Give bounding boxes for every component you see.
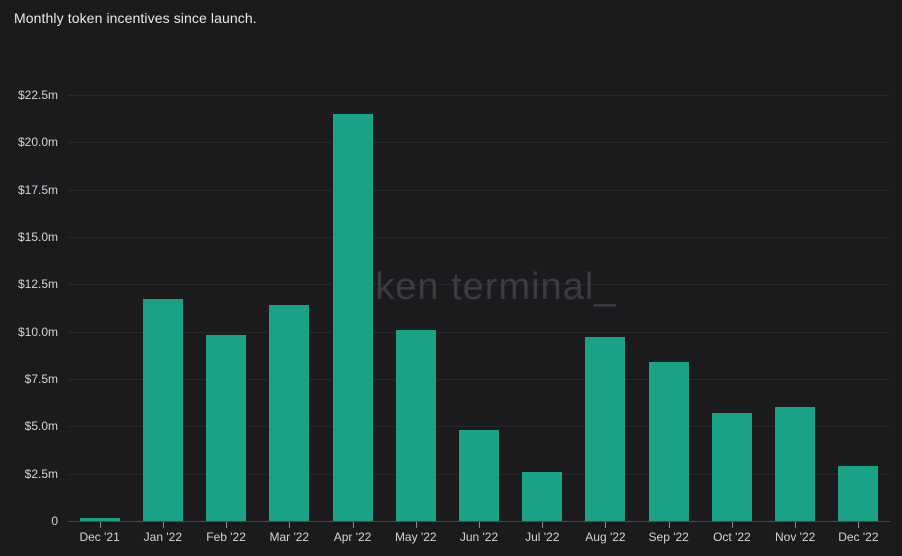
x-axis-tick bbox=[416, 522, 417, 528]
x-axis-tick-label: May '22 bbox=[384, 530, 448, 544]
x-axis-tick-label: Dec '22 bbox=[826, 530, 890, 544]
bar-dec22[interactable] bbox=[838, 466, 878, 521]
x-axis-tick bbox=[542, 522, 543, 528]
gridline bbox=[68, 142, 890, 143]
bar-jul22[interactable] bbox=[522, 472, 562, 521]
chart-canvas: Monthly token incentives since launch. t… bbox=[0, 0, 902, 556]
bar-apr22[interactable] bbox=[333, 114, 373, 521]
x-axis-tick bbox=[858, 522, 859, 528]
y-axis-tick-label: $5.0m bbox=[0, 419, 58, 433]
x-axis-tick bbox=[479, 522, 480, 528]
bar-jan22[interactable] bbox=[143, 299, 183, 521]
x-axis-tick-label: Feb '22 bbox=[194, 530, 258, 544]
y-axis-tick-label: $10.0m bbox=[0, 325, 58, 339]
x-axis-tick bbox=[353, 522, 354, 528]
y-axis-tick-label: $17.5m bbox=[0, 183, 58, 197]
x-axis-tick-label: Nov '22 bbox=[763, 530, 827, 544]
bar-may22[interactable] bbox=[396, 330, 436, 521]
bar-feb22[interactable] bbox=[206, 335, 246, 521]
x-axis-tick bbox=[605, 522, 606, 528]
x-axis-tick bbox=[289, 522, 290, 528]
plot-area: token terminal_ $22.5m $20.0m $17.5m $15.0m… bbox=[0, 0, 902, 556]
x-axis-tick-label: Jan '22 bbox=[131, 530, 195, 544]
x-axis-tick bbox=[795, 522, 796, 528]
gridline bbox=[68, 426, 890, 427]
x-axis-tick-label: Dec '21 bbox=[68, 530, 132, 544]
bar-nov22[interactable] bbox=[775, 407, 815, 521]
x-axis-tick bbox=[669, 522, 670, 528]
bar-aug22[interactable] bbox=[585, 337, 625, 521]
token-terminal-watermark: token terminal_ bbox=[68, 266, 890, 309]
x-axis-tick-label: Oct '22 bbox=[700, 530, 764, 544]
gridline bbox=[68, 332, 890, 333]
gridline bbox=[68, 237, 890, 238]
x-axis-tick bbox=[732, 522, 733, 528]
y-axis-tick-label: $20.0m bbox=[0, 135, 58, 149]
y-axis-tick-label: $7.5m bbox=[0, 372, 58, 386]
y-axis-tick-label: $12.5m bbox=[0, 277, 58, 291]
x-axis-tick bbox=[163, 522, 164, 528]
gridline bbox=[68, 379, 890, 380]
bar-jun22[interactable] bbox=[459, 430, 499, 521]
bar-oct22[interactable] bbox=[712, 413, 752, 521]
gridline bbox=[68, 95, 890, 96]
x-axis-tick-label: Jun '22 bbox=[447, 530, 511, 544]
x-axis-tick-label: Apr '22 bbox=[321, 530, 385, 544]
x-axis-tick-label: Mar '22 bbox=[257, 530, 321, 544]
x-axis-tick bbox=[226, 522, 227, 528]
bar-mar22[interactable] bbox=[269, 305, 309, 521]
x-axis-tick-label: Sep '22 bbox=[637, 530, 701, 544]
y-axis-tick-label: $2.5m bbox=[0, 467, 58, 481]
x-axis-tick-label: Jul '22 bbox=[510, 530, 574, 544]
y-axis-tick-label: 0 bbox=[0, 514, 58, 528]
y-axis-tick-label: $22.5m bbox=[0, 88, 58, 102]
gridline bbox=[68, 190, 890, 191]
x-axis-tick-label: Aug '22 bbox=[573, 530, 637, 544]
x-axis-tick bbox=[100, 522, 101, 528]
bar-sep22[interactable] bbox=[649, 362, 689, 521]
y-axis-tick-label: $15.0m bbox=[0, 230, 58, 244]
